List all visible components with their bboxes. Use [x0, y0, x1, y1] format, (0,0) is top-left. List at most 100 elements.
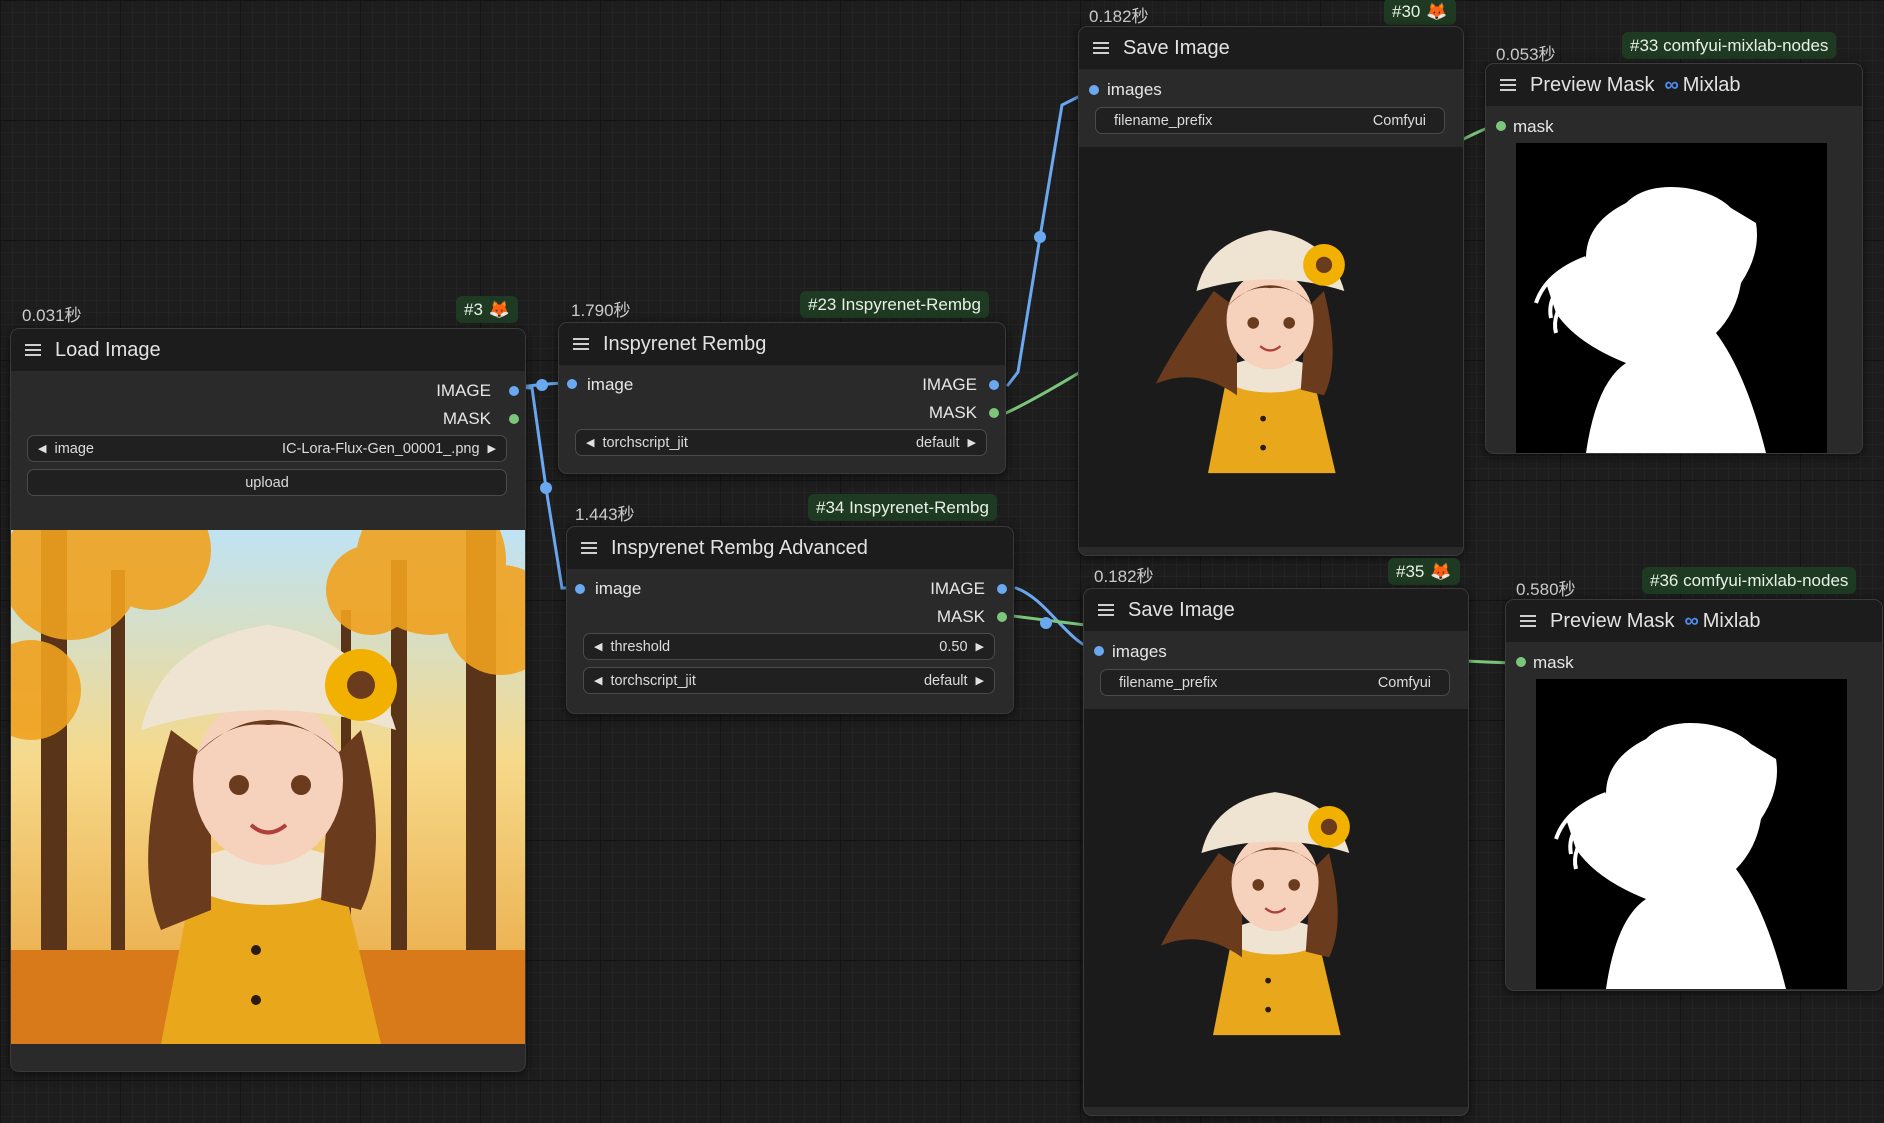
hamburger-menu-icon[interactable]	[1520, 615, 1536, 627]
hamburger-menu-icon[interactable]	[581, 542, 597, 554]
input-socket-images[interactable]	[1094, 646, 1104, 656]
hamburger-menu-icon[interactable]	[573, 338, 589, 350]
arrow-right-icon[interactable]: ▶	[968, 436, 976, 449]
arrow-left-icon[interactable]: ◀	[594, 640, 602, 653]
arrow-right-icon[interactable]: ▶	[976, 674, 984, 687]
girl-figure	[141, 625, 397, 1044]
input-label-image: image	[595, 579, 642, 598]
arrow-left-icon[interactable]: ◀	[594, 674, 602, 687]
load-image-timing: 0.031秒	[22, 306, 82, 325]
node-header[interactable]: Preview Mask ∞ Mixlab	[1506, 600, 1882, 642]
filename-prefix-widget[interactable]: filename_prefix Comfyui	[1095, 107, 1445, 134]
node-header[interactable]: Preview Mask ∞ Mixlab	[1486, 64, 1862, 106]
widget-value: 0.50	[939, 638, 968, 655]
save35-badge: #35 🦊	[1388, 558, 1460, 585]
input-socket-images[interactable]	[1089, 85, 1099, 95]
mask-silhouette	[1554, 723, 1786, 989]
input-label-images: images	[1112, 642, 1167, 661]
saved-image-preview	[1084, 709, 1468, 1107]
node-title: Save Image	[1128, 598, 1235, 621]
reroute-dot	[1040, 617, 1052, 629]
output-socket-mask[interactable]	[989, 408, 999, 418]
widget-value: Comfyui	[1372, 112, 1426, 129]
input-label-mask: mask	[1513, 117, 1554, 136]
preview-mask-node-36[interactable]: Preview Mask ∞ Mixlab mask	[1505, 599, 1883, 991]
input-socket-image[interactable]	[575, 584, 585, 594]
node-title: Preview Mask	[1530, 73, 1655, 96]
widget-name: filename_prefix	[1119, 674, 1218, 691]
output-label-mask: MASK	[936, 607, 985, 626]
inspyrenet-rembg-node[interactable]: Inspyrenet Rembg image IMAGE MASK ◀ torc…	[558, 322, 1006, 474]
arrow-left-icon[interactable]: ◀	[38, 442, 46, 455]
output-socket-image[interactable]	[989, 380, 999, 390]
widget-name: threshold	[610, 638, 671, 655]
load-image-node[interactable]: Load Image IMAGE MASK ◀ image IC-Lora-Fl…	[10, 328, 526, 1072]
rembg23-badge: #23 Inspyrenet-Rembg	[800, 291, 989, 318]
node-header[interactable]: Save Image	[1079, 27, 1463, 69]
load-image-badge: #3 🦊	[456, 296, 519, 323]
mask-silhouette	[1534, 187, 1766, 453]
mixlab-brand: Mixlab	[1682, 73, 1741, 96]
mixlab-brand: Mixlab	[1702, 609, 1761, 632]
rembg34-badge: #34 Inspyrenet-Rembg	[808, 494, 997, 521]
save-image-node-30[interactable]: Save Image images filename_prefix Comfyu…	[1078, 26, 1464, 556]
save30-timing: 0.182秒	[1089, 7, 1149, 26]
preview36-badge: #36 comfyui-mixlab-nodes	[1642, 567, 1857, 594]
node-header[interactable]: Inspyrenet Rembg	[559, 323, 1005, 365]
node-title: Preview Mask	[1550, 609, 1675, 632]
fox-icon: 🦊	[488, 300, 511, 319]
output-socket-mask[interactable]	[509, 414, 519, 424]
infinity-icon: ∞	[1684, 609, 1699, 632]
rembg23-timing: 1.790秒	[571, 301, 631, 320]
input-label-mask: mask	[1533, 653, 1574, 672]
mask-preview	[1536, 679, 1847, 989]
mask-preview	[1516, 143, 1827, 453]
reroute-dot	[536, 379, 548, 391]
torchscript-jit-widget[interactable]: ◀ torchscript_jit default ▶	[575, 429, 987, 456]
upload-button[interactable]: upload	[27, 469, 507, 496]
output-label-image: IMAGE	[922, 375, 977, 394]
hamburger-menu-icon[interactable]	[1093, 42, 1109, 54]
image-combo-widget[interactable]: ◀ image IC-Lora-Flux-Gen_00001_.png ▶	[27, 435, 507, 462]
torchscript-jit-widget[interactable]: ◀ torchscript_jit default ▶	[583, 667, 995, 694]
widget-name: image	[54, 440, 94, 457]
inspyrenet-rembg-advanced-node[interactable]: Inspyrenet Rembg Advanced image IMAGE MA…	[566, 526, 1014, 714]
reroute-dot	[540, 482, 552, 494]
badge-id: #30	[1392, 2, 1421, 21]
widget-value: default	[915, 434, 960, 451]
preview36-timing: 0.580秒	[1516, 580, 1576, 599]
threshold-widget[interactable]: ◀ threshold 0.50 ▶	[583, 633, 995, 660]
filename-prefix-widget[interactable]: filename_prefix Comfyui	[1100, 669, 1450, 696]
hamburger-menu-icon[interactable]	[25, 344, 41, 356]
preview-mask-node-33[interactable]: Preview Mask ∞ Mixlab mask	[1485, 63, 1863, 454]
badge-id: #35	[1396, 562, 1425, 581]
node-header[interactable]: Save Image	[1084, 589, 1468, 631]
widget-name: torchscript_jit	[602, 434, 688, 451]
hamburger-menu-icon[interactable]	[1500, 79, 1516, 91]
save30-badge: #30 🦊	[1384, 0, 1456, 25]
hamburger-menu-icon[interactable]	[1098, 604, 1114, 616]
rembg34-timing: 1.443秒	[575, 505, 635, 524]
widget-value: IC-Lora-Flux-Gen_00001_.png	[282, 440, 480, 457]
reroute-dot	[1034, 231, 1046, 243]
output-socket-mask[interactable]	[997, 612, 1007, 622]
output-socket-image[interactable]	[997, 584, 1007, 594]
output-label-image: IMAGE	[930, 579, 985, 598]
node-header[interactable]: Load Image	[11, 329, 525, 371]
save-image-node-35[interactable]: Save Image images filename_prefix Comfyu…	[1083, 588, 1469, 1116]
input-socket-mask[interactable]	[1516, 657, 1526, 667]
fox-icon: 🦊	[1426, 2, 1448, 21]
arrow-left-icon[interactable]: ◀	[586, 436, 594, 449]
output-socket-image[interactable]	[509, 386, 519, 396]
arrow-right-icon[interactable]: ▶	[976, 640, 984, 653]
input-socket-image[interactable]	[567, 379, 577, 389]
widget-name: filename_prefix	[1114, 112, 1213, 129]
cutout-girl-image	[1155, 230, 1345, 474]
arrow-right-icon[interactable]: ▶	[488, 442, 496, 455]
node-header[interactable]: Inspyrenet Rembg Advanced	[567, 527, 1013, 569]
input-socket-mask[interactable]	[1496, 121, 1506, 131]
input-label-images: images	[1107, 80, 1162, 99]
fox-icon: 🦊	[1430, 562, 1452, 581]
saved-image-preview	[1079, 147, 1463, 547]
node-title: Inspyrenet Rembg	[603, 332, 767, 355]
